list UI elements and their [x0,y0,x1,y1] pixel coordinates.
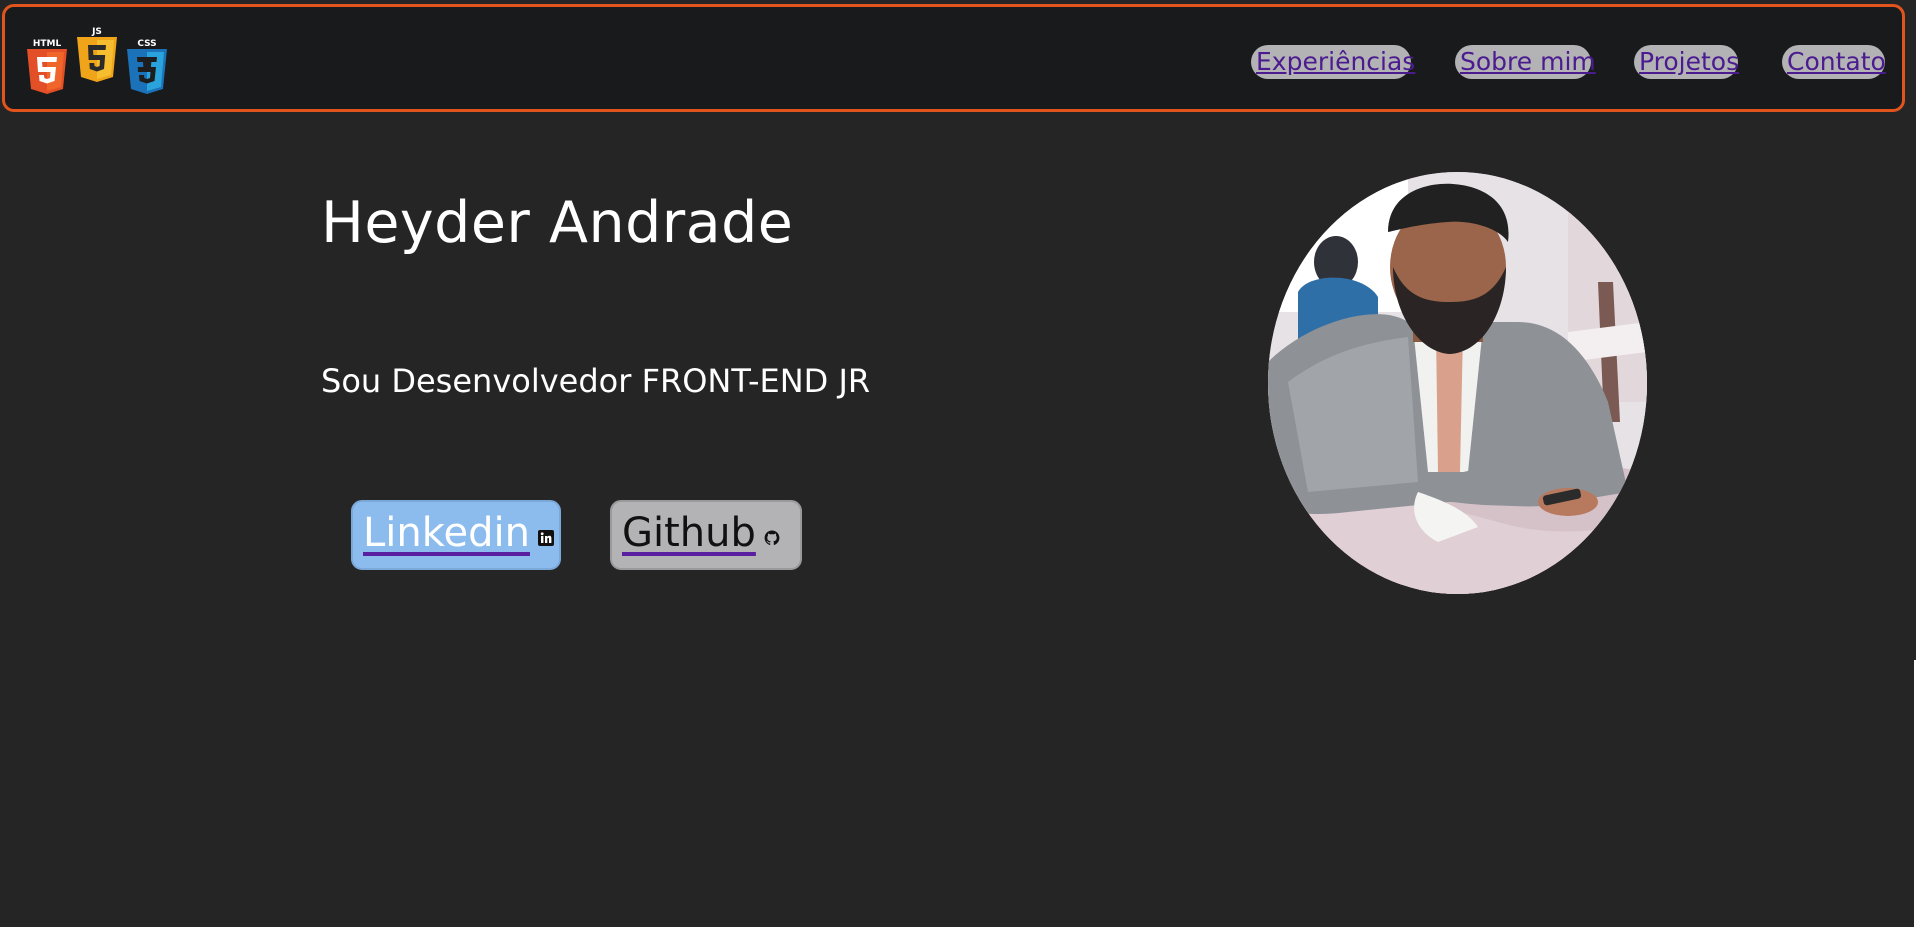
github-button-label: Github [622,510,756,556]
linkedin-button[interactable]: Linkedin [351,500,561,570]
tech-logos: HTML JS CSS [25,25,175,97]
nav-link-experiencias[interactable]: Experiências [1251,45,1415,79]
site-header: HTML JS CSS Experiências Sobre mim Proje… [2,4,1905,112]
html-logo-text: HTML [33,39,62,49]
js-logo-text: JS [91,27,102,37]
css-logo-text: CSS [137,39,156,49]
page-title: Heyder Andrade [321,190,794,256]
github-icon [764,502,780,564]
linkedin-icon [537,502,554,564]
css3-logo-icon: CSS [125,37,169,95]
page: HTML JS CSS Experiências Sobre mim Proje… [0,0,1916,927]
profile-photo [1268,172,1647,594]
nav-link-contato[interactable]: Contato [1782,45,1886,79]
github-button[interactable]: Github [610,500,802,570]
linkedin-button-label: Linkedin [363,510,530,556]
js-logo-icon: JS [75,25,119,83]
nav-link-sobre-mim[interactable]: Sobre mim [1455,45,1596,79]
html5-logo-icon: HTML [25,37,69,95]
page-subtitle: Sou Desenvolvedor FRONT-END JR [321,362,871,400]
nav-link-projetos[interactable]: Projetos [1634,45,1739,79]
